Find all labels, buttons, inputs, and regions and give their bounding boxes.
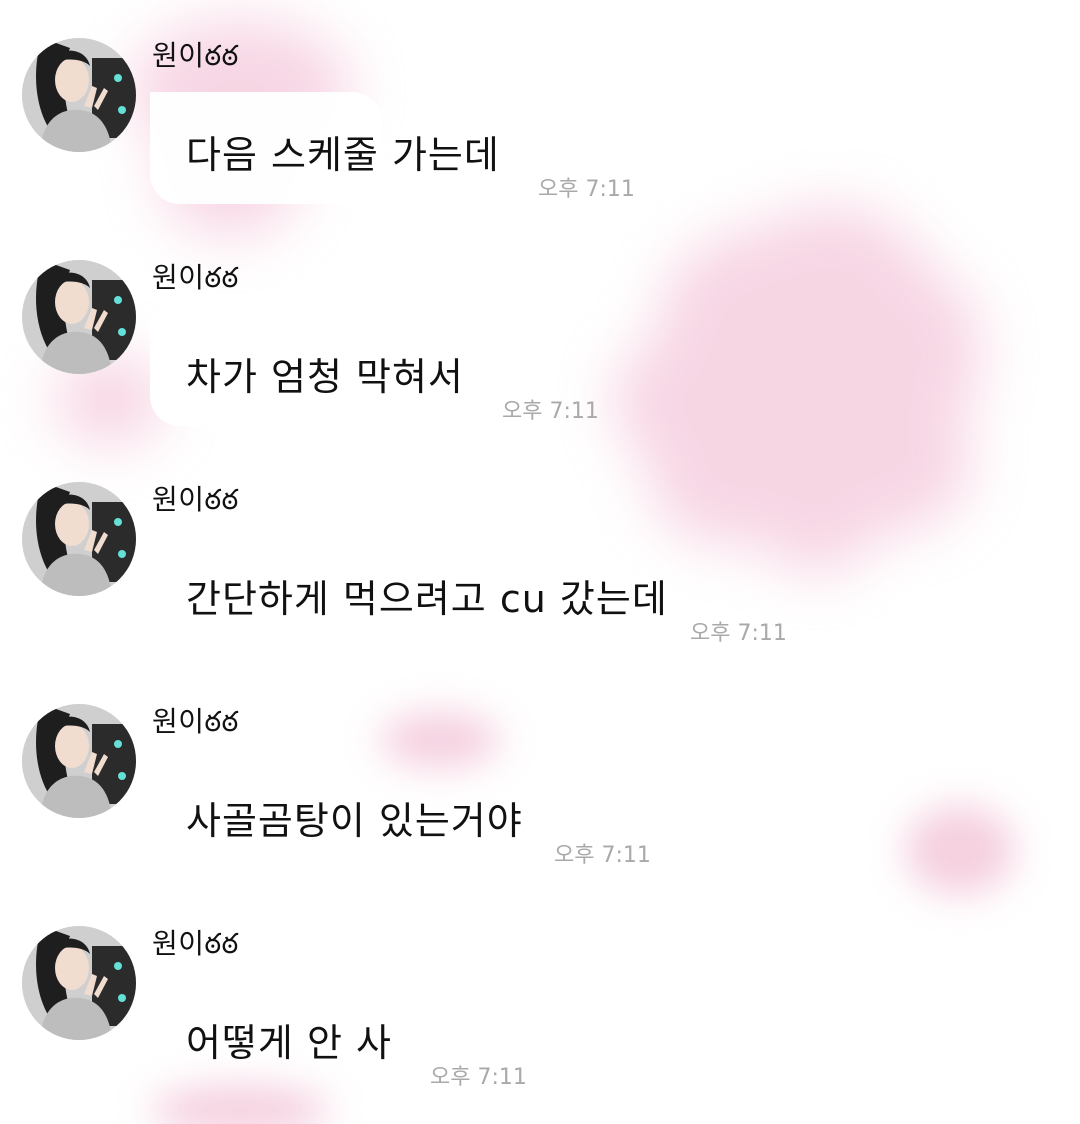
chat-message: 원이ఠఠ 차가 엄청 막혀서 오후 7:11	[0, 222, 1080, 444]
chat-message: 원이ఠఠ 다음 스케줄 가는데 오후 7:11	[0, 0, 1080, 222]
sender-name: 원이ఠఠ	[152, 705, 239, 738]
message-text[interactable]: 어떻게 안 사	[186, 1012, 392, 1067]
sender-name: 원이ఠఠ	[152, 39, 239, 72]
chat-message: 원이ఠఠ 간단하게 먹으려고 cu 갔는데 오후 7:11	[0, 444, 1080, 666]
profile-avatar[interactable]	[22, 926, 136, 1040]
profile-avatar[interactable]	[22, 260, 136, 374]
profile-photo-icon	[22, 926, 136, 1040]
message-time: 오후 7:11	[554, 843, 651, 868]
message-time: 오후 7:11	[538, 177, 635, 202]
profile-avatar[interactable]	[22, 704, 136, 818]
message-time: 오후 7:11	[502, 399, 599, 424]
profile-avatar[interactable]	[22, 482, 136, 596]
profile-photo-icon	[22, 260, 136, 374]
sender-name: 원이ఠఠ	[152, 483, 239, 516]
profile-photo-icon	[22, 482, 136, 596]
sender-name: 원이ఠఠ	[152, 927, 239, 960]
chat-message: 원이ఠఠ 어떻게 안 사 오후 7:11	[0, 888, 1080, 1110]
profile-avatar[interactable]	[22, 38, 136, 152]
message-time: 오후 7:11	[430, 1065, 527, 1090]
message-text[interactable]: 사골곰탕이 있는거야	[186, 790, 523, 845]
profile-photo-icon	[22, 38, 136, 152]
message-time: 오후 7:11	[690, 621, 787, 646]
sender-name: 원이ఠఠ	[152, 261, 239, 294]
profile-photo-icon	[22, 704, 136, 818]
chat-message: 원이ఠఠ 사골곰탕이 있는거야 오후 7:11	[0, 666, 1080, 888]
message-text: 다음 스케줄 가는데	[186, 133, 500, 177]
message-text: 차가 엄청 막혀서	[186, 355, 464, 399]
message-text[interactable]: 간단하게 먹으려고 cu 갔는데	[186, 568, 668, 623]
